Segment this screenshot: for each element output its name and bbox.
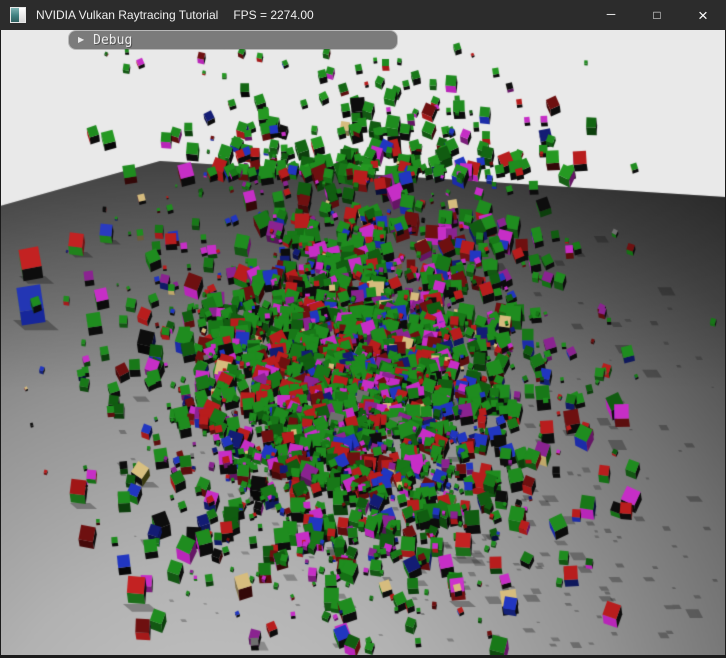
viewport-frame — [0, 30, 726, 658]
window-controls: ─ □ × — [588, 0, 726, 30]
debug-panel-header[interactable]: ▶ Debug — [69, 31, 397, 49]
close-button[interactable]: × — [680, 0, 726, 30]
debug-panel-label: Debug — [93, 33, 132, 48]
viewport-3d[interactable] — [1, 30, 725, 655]
close-icon: × — [698, 7, 708, 24]
collapse-arrow-icon: ▶ — [78, 36, 84, 44]
maximize-icon: □ — [653, 9, 660, 21]
app-icon-art — [11, 8, 19, 22]
title-bar: NVIDIA Vulkan Raytracing Tutorial FPS = … — [0, 0, 726, 30]
app-icon-art-right — [19, 8, 25, 22]
minimize-button[interactable]: ─ — [588, 0, 634, 30]
app-icon — [10, 7, 26, 23]
fps-counter: FPS = 2274.00 — [233, 8, 313, 22]
app-window: NVIDIA Vulkan Raytracing Tutorial FPS = … — [0, 0, 726, 658]
minimize-icon: ─ — [607, 8, 616, 20]
window-title: NVIDIA Vulkan Raytracing Tutorial — [36, 8, 218, 22]
maximize-button[interactable]: □ — [634, 0, 680, 30]
